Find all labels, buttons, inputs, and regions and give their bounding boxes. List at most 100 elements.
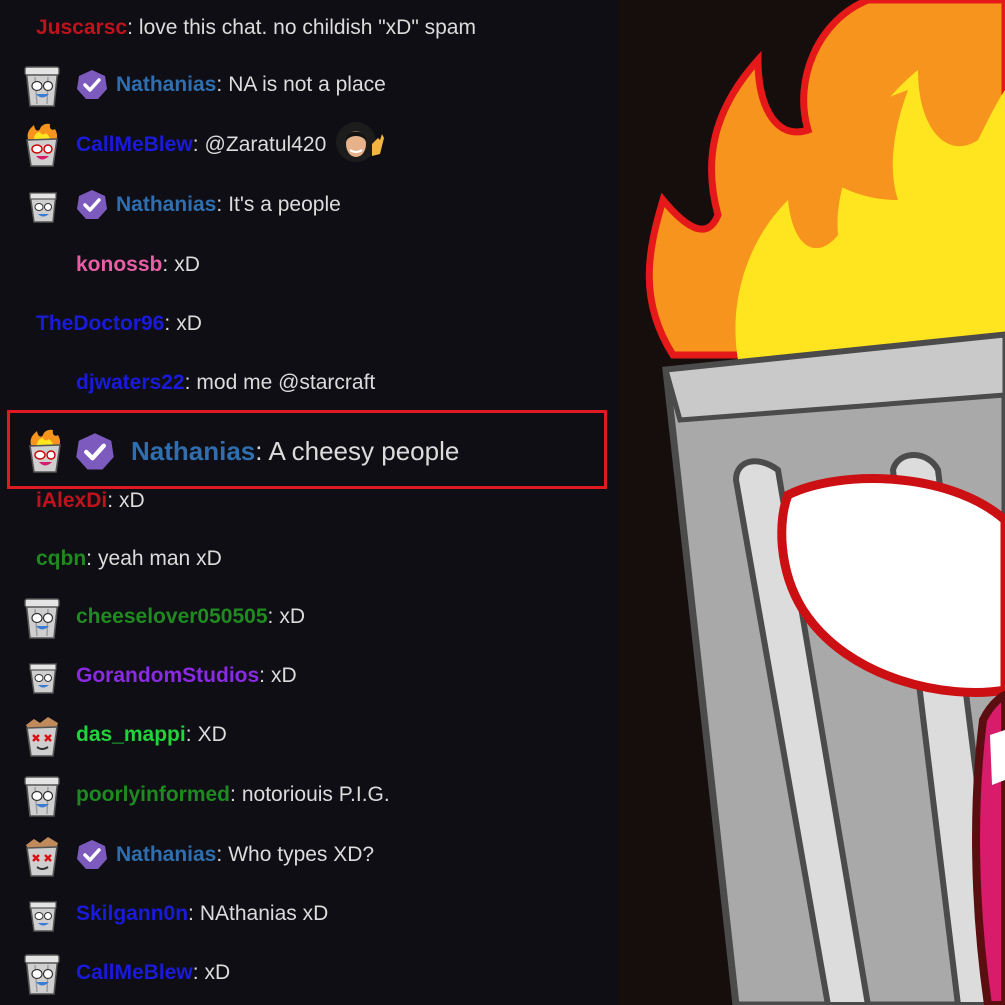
avatar-slot <box>0 648 76 704</box>
chat-message: Nathanias: It's a people <box>0 177 618 233</box>
chat-username[interactable]: poorlyinformed <box>76 783 230 807</box>
avatar-slot <box>0 707 76 763</box>
username-separator: : <box>188 902 194 925</box>
chat-message: djwaters22: mod me @starcraft <box>0 355 618 411</box>
chat-username[interactable]: Nathanias <box>131 436 255 467</box>
chat-message-text: xD <box>174 253 200 276</box>
username-separator: : <box>267 605 274 628</box>
chat-message-text: xD <box>176 312 202 335</box>
chat-message-text: yeah man xD <box>98 547 222 570</box>
username-separator: : <box>86 547 93 570</box>
flaming-trashcan-avatar-icon <box>23 429 67 473</box>
chat-message-text: xD <box>204 961 231 984</box>
chat-username[interactable]: Nathanias <box>116 193 216 217</box>
chat-message-text: xD <box>271 664 297 687</box>
small-trashcan-avatar-icon <box>26 189 60 223</box>
chat-message: cheeselover050505: xD <box>0 589 618 645</box>
avatar-slot <box>0 296 36 352</box>
chat-message: TheDoctor96: xD <box>0 296 618 352</box>
avatar-slot <box>0 827 76 883</box>
username-separator: : <box>216 843 223 866</box>
chat-username[interactable]: CallMeBlew <box>76 133 193 157</box>
avatar-slot <box>0 945 76 1001</box>
flaming-trashcan-mascot-image <box>618 0 1005 1005</box>
username-separator: : <box>192 133 199 156</box>
verified-badge-icon <box>76 839 108 871</box>
avatar-slot <box>0 767 76 823</box>
avatar-slot <box>0 237 76 293</box>
avatar-slot <box>0 177 76 233</box>
chat-message: cqbn: yeah man xD <box>0 531 618 587</box>
chat-message: das_mappi: XD <box>0 707 618 763</box>
chat-message: Juscarsc: love this chat. no childish "xD… <box>0 0 618 56</box>
chat-message: Skilgann0n: NAthanias xD <box>0 886 618 942</box>
chat-username[interactable]: Nathanias <box>116 73 216 97</box>
trashcan-avatar-icon <box>20 951 64 995</box>
chat-message-text: It's a people <box>228 193 341 216</box>
chat-message-text: xD <box>279 605 306 628</box>
avatar-slot <box>0 0 36 56</box>
chat-message-text: A cheesy people <box>268 435 460 466</box>
avatar-slot <box>0 355 76 411</box>
username-separator: : <box>184 371 191 394</box>
avatar-slot <box>0 531 36 587</box>
avatar-slot <box>0 589 76 645</box>
chat-message: CallMeBlew: @Zaratul420 <box>0 117 618 173</box>
chat-message: konossb: xD <box>0 237 618 293</box>
chat-message: poorlyinformed: notoriouis P.I.G. <box>0 767 618 823</box>
username-separator: : <box>192 961 199 984</box>
chat-message-text: NA is not a place <box>228 73 386 96</box>
trashcan-avatar-icon <box>20 773 64 817</box>
chat-username[interactable]: das_mappi <box>76 723 186 747</box>
username-separator: : <box>216 73 223 96</box>
username-separator: : <box>185 723 192 746</box>
chat-message-text: Who types XD? <box>228 843 375 866</box>
small-trashcan-avatar-icon <box>26 660 60 694</box>
highlight-box: Nathanias: A cheesy people <box>7 410 607 489</box>
chat-message-text: love this chat. no childish "xD" spam <box>138 16 476 39</box>
chat-message: Nathanias: Who types XD? <box>0 827 618 883</box>
trashcan-avatar-icon <box>20 595 64 639</box>
chat-username[interactable]: djwaters22 <box>76 371 185 395</box>
small-trashcan-avatar-icon <box>26 898 60 932</box>
chat-username[interactable]: konossb <box>76 253 162 277</box>
avatar-slot <box>0 57 76 113</box>
chat-username[interactable]: TheDoctor96 <box>36 312 164 336</box>
username-separator: : <box>230 783 236 806</box>
trashcan-avatar-icon <box>20 63 64 107</box>
chat-username[interactable]: cheeselover050505 <box>76 605 268 629</box>
verified-badge-icon <box>76 69 108 101</box>
chat-message: GorandomStudios: xD <box>0 648 618 704</box>
chat-username[interactable]: Skilgann0n <box>76 902 188 926</box>
chat-username[interactable]: CallMeBlew <box>76 961 193 985</box>
chat-message-text: mod me @starcraft <box>196 371 376 394</box>
username-separator: : <box>255 435 263 466</box>
chat-username[interactable]: Nathanias <box>116 843 216 867</box>
username-separator: : <box>127 16 133 39</box>
chat-panel: Juscarsc: love this chat. no childish "xD… <box>0 0 618 1005</box>
username-separator: : <box>162 253 169 276</box>
dead-trashcan-avatar-icon <box>20 713 64 757</box>
avatar-slot <box>3 423 79 479</box>
username-separator: : <box>164 312 171 335</box>
verified-badge-icon <box>75 432 115 472</box>
chat-username[interactable]: GorandomStudios <box>76 664 259 688</box>
flaming-trashcan-avatar-icon <box>20 123 64 167</box>
verified-badge-icon <box>76 189 108 221</box>
chat-username[interactable]: iAlexDi <box>36 489 107 513</box>
waving-woman-emote-icon <box>334 120 385 170</box>
avatar-slot <box>0 886 76 942</box>
username-separator: : <box>107 489 114 512</box>
username-separator: : <box>216 193 223 216</box>
chat-message-text: xD <box>119 489 145 512</box>
flaming-trashcan-icon <box>618 0 1005 1005</box>
chat-username[interactable]: Juscarsc <box>36 16 127 40</box>
avatar-slot <box>0 117 76 173</box>
chat-message-text: notoriouis P.I.G. <box>241 783 390 806</box>
chat-message-text: XD <box>197 723 227 746</box>
chat-username[interactable]: cqbn <box>36 547 86 571</box>
username-separator: : <box>259 664 266 687</box>
chat-message: CallMeBlew: xD <box>0 945 618 1001</box>
highlighted-chat-message: Nathanias: A cheesy people <box>3 423 604 479</box>
chat-message-text: @Zaratul420 <box>204 133 327 156</box>
